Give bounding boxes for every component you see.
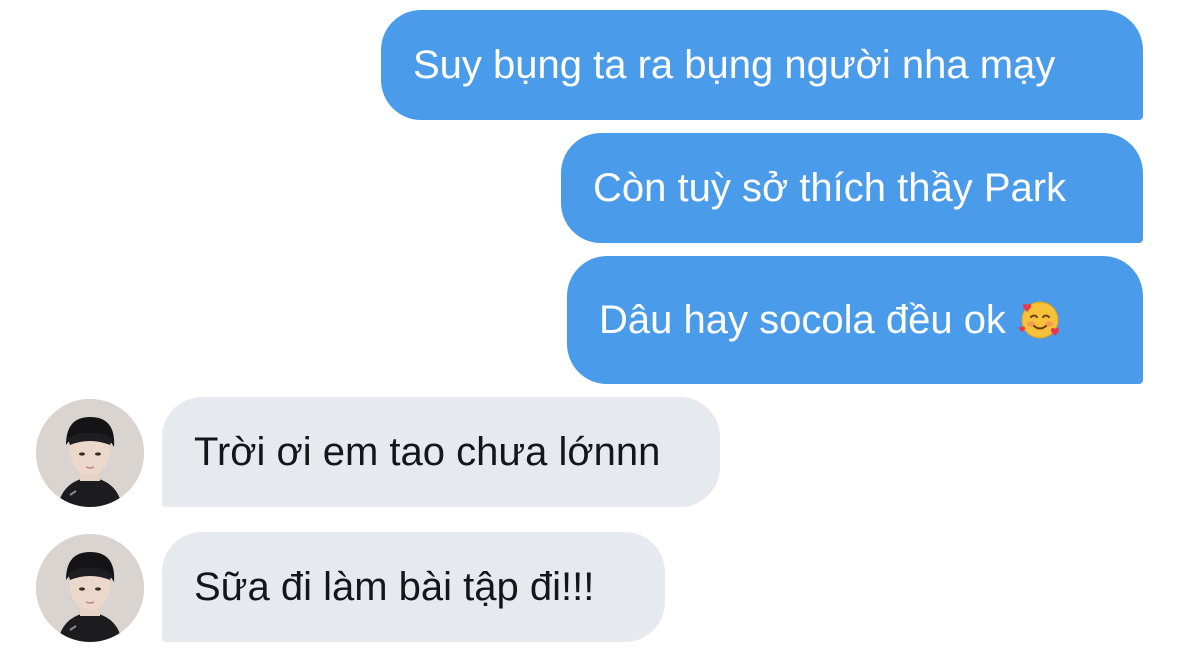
smiling-face-with-hearts-emoji <box>1018 298 1062 342</box>
avatar[interactable] <box>36 399 144 507</box>
message-text: Sữa đi làm bài tập đi!!! <box>194 565 595 609</box>
incoming-message-bubble[interactable]: Trời ơi em tao chưa lớnnn <box>162 397 720 507</box>
incoming-message-bubble[interactable]: Sữa đi làm bài tập đi!!! <box>162 532 665 642</box>
message-text: Dâu hay socola đều ok <box>599 298 1006 342</box>
avatar[interactable] <box>36 534 144 642</box>
outgoing-message-bubble[interactable]: Suy bụng ta ra bụng người nha mạy <box>381 10 1143 120</box>
outgoing-message-bubble[interactable]: Còn tuỳ sở thích thầy Park <box>561 133 1143 243</box>
message-text: Suy bụng ta ra bụng người nha mạy <box>413 43 1056 87</box>
message-text: Trời ơi em tao chưa lớnnn <box>194 430 661 474</box>
outgoing-message-bubble[interactable]: Dâu hay socola đều ok <box>567 256 1143 384</box>
message-text: Còn tuỳ sở thích thầy Park <box>593 166 1067 210</box>
